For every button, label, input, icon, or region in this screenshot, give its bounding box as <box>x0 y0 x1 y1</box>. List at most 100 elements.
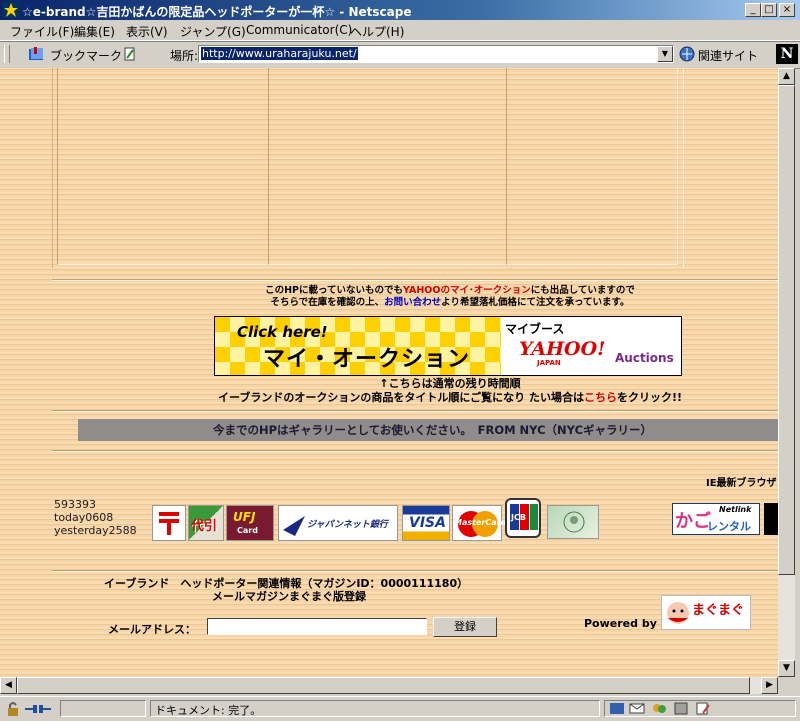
notice-text: このHPに載っていないものでも <box>265 285 404 296</box>
horizontal-scroll-thumb[interactable] <box>17 677 750 694</box>
location-field[interactable]: http://www.uraharajuku.net/ ▼ <box>198 45 674 63</box>
visa-logo-text: VISA <box>409 515 446 531</box>
powered-by-text: Powered by <box>584 617 657 630</box>
ufj-logo-subtext: Card <box>237 526 258 535</box>
horizontal-scrollbar[interactable]: ◀ ▶ <box>0 677 778 694</box>
mail-icon[interactable] <box>629 702 645 715</box>
banner-auctions: Auctions <box>615 351 674 365</box>
newsgroup-icon[interactable] <box>651 702 667 715</box>
menu-view[interactable]: 表示(V) <box>126 23 168 40</box>
scroll-left-button[interactable]: ◀ <box>0 677 17 694</box>
ie-browser-logo[interactable] <box>764 503 778 535</box>
security-lock-icon[interactable] <box>6 701 20 717</box>
notice-line-1: このHPに載っていないものでもYAHOOのマイ･オークションにも出品していますの… <box>0 285 778 297</box>
close-button[interactable]: × <box>779 3 795 17</box>
related-sites-button[interactable]: 関連サイト <box>698 47 758 64</box>
status-text: ドキュメント: 完了。 <box>155 704 262 717</box>
composer-icon[interactable] <box>695 702 711 715</box>
window-title-bar[interactable]: ☆e-brand☆吉田かばんの限定品ヘッドポーターが一杯☆ - Netscape… <box>0 0 800 20</box>
notice-text: にも出品していますので <box>530 285 635 296</box>
yahoo-japan-text: JAPAN <box>537 359 561 367</box>
menu-bar: ファイル(F) 編集(E) 表示(V) ジャンプ(G) Communicator… <box>0 20 800 41</box>
navigator-icon[interactable] <box>609 702 625 715</box>
mastercard-logo-text: MasterCard <box>454 518 507 527</box>
minimize-button[interactable]: _ <box>745 3 761 17</box>
divider <box>52 279 778 281</box>
rental-text: レンタル <box>707 520 751 533</box>
banner-click-here: Click here! <box>237 323 328 341</box>
bookmark-icon <box>29 47 43 60</box>
table-cell <box>57 68 269 265</box>
mastercard-logo: MasterCard <box>452 505 506 541</box>
counter-today: today0608 <box>54 511 114 524</box>
vertical-scroll-thumb[interactable] <box>778 85 795 575</box>
menu-edit[interactable]: 編集(E) <box>74 23 115 40</box>
scroll-down-button[interactable]: ▼ <box>778 660 795 677</box>
jcb-logo: JCB <box>505 498 541 538</box>
register-button[interactable]: 登録 <box>433 617 497 637</box>
ufj-logo-text: UFJ <box>233 510 256 524</box>
mail-magazine-title: イーブランド ヘッドポーター関連情報（マガジンID：0000111180） <box>104 577 469 590</box>
gallery-bar[interactable]: 今までのHPはギャラリーとしてお使いください。 FROM NYC（NYCギャラリ… <box>78 419 778 441</box>
table-cell <box>268 68 507 265</box>
title-note-text: をクリック!! <box>616 391 682 404</box>
scroll-right-button[interactable]: ▶ <box>761 677 778 694</box>
jcb-logo-text: JCB <box>511 513 526 522</box>
kago-rental-banner[interactable]: かご レンタル Netlink <box>672 503 760 535</box>
page-proxy-icon[interactable] <box>122 46 138 62</box>
scrollbar-corner <box>778 677 795 694</box>
location-dropdown-button[interactable]: ▼ <box>657 46 673 62</box>
component-bar <box>604 700 796 717</box>
menu-go[interactable]: ジャンプ(G) <box>180 23 246 40</box>
auction-notice: このHPに載っていないものでもYAHOOのマイ･オークションにも出品していますの… <box>0 285 778 309</box>
visa-logo: VISA <box>402 505 450 541</box>
title-note-text: イーブランドのオークションの商品をタイトル順にご覧になり たい場合は <box>218 391 584 404</box>
ie-browser-note: IE最新ブラウザ <box>706 478 777 489</box>
menu-help[interactable]: ヘルプ(H) <box>350 23 404 40</box>
post-office-icon <box>152 505 186 541</box>
magmag-logo-text: まぐまぐ <box>692 603 745 618</box>
scroll-up-button[interactable]: ▲ <box>778 68 795 85</box>
bookmark-button[interactable]: ブックマーク <box>50 47 122 64</box>
counter-yesterday: yesterday2588 <box>54 524 137 537</box>
japan-net-bank-logo: ジャパンネット銀行 <box>278 505 398 541</box>
email-input[interactable] <box>207 618 427 635</box>
status-bar: ドキュメント: 完了。 <box>0 696 800 721</box>
related-sites-icon <box>679 46 695 62</box>
location-url: http://www.uraharajuku.net/ <box>201 47 358 60</box>
maximize-button[interactable]: □ <box>761 3 777 17</box>
notice-line-2: そちらで在庫を確認の上、お問い合わせより希望落札価格にて注文を承っています。 <box>0 297 778 309</box>
mail-magazine-subtitle: メールマガジンまぐまぐ版登録 <box>212 590 366 603</box>
my-auction-banner[interactable]: Click here! マイ・オークション マイブース YAHOO! JAPAN… <box>214 316 682 376</box>
netlink-text: Netlink <box>719 505 752 514</box>
netscape-app-icon <box>3 2 19 18</box>
banner-my-booth: マイブース <box>505 322 565 336</box>
notice-text: そちらで在庫を確認の上、 <box>270 297 385 308</box>
inquiry-link[interactable]: お問い合わせ <box>384 297 441 308</box>
netscape-throbber[interactable]: N <box>776 44 798 64</box>
cod-logo: 代引 <box>188 505 224 541</box>
status-text-panel: ドキュメント: 完了。 <box>150 700 600 717</box>
kago-text: かご <box>675 511 711 532</box>
menu-file[interactable]: ファイル(F) <box>10 23 74 40</box>
gallery-bar-text[interactable]: 今までのHPはギャラリーとしてお使いください。 FROM NYC（NYCギャラリ… <box>213 422 652 438</box>
title-order-note: イーブランドのオークションの商品をタイトル順にご覧になり たい場合はこちらをクリ… <box>0 391 778 404</box>
magmag-logo[interactable]: まぐまぐ <box>661 595 751 630</box>
location-toolbar: ブックマーク 場所: http://www.uraharajuku.net/ ▼… <box>0 41 800 69</box>
table-cell <box>506 68 678 265</box>
window-title: ☆e-brand☆吉田かばんの限定品ヘッドポーターが一杯☆ - Netscape <box>22 5 412 19</box>
vertical-scrollbar[interactable]: ▲ ▼ <box>778 68 795 678</box>
divider <box>52 570 778 572</box>
toolbar-grip[interactable] <box>4 45 10 63</box>
title-order-link[interactable]: こちら <box>584 391 617 404</box>
menu-communicator[interactable]: Communicator(C) <box>246 23 352 37</box>
counter-total: 593393 <box>54 498 96 511</box>
yahoo-auction-link[interactable]: YAHOOのマイ･オークション <box>403 285 531 296</box>
progress-bar <box>60 700 146 717</box>
address-book-icon[interactable] <box>673 702 689 715</box>
page-content: このHPに載っていないものでもYAHOOのマイ･オークションにも出品していますの… <box>0 68 778 677</box>
location-label: 場所: <box>170 49 199 63</box>
notice-text: より希望落札価格にて注文を承っています。 <box>441 297 630 308</box>
magmag-character-icon <box>667 602 689 624</box>
access-counter: 593393 today0608 yesterday2588 <box>54 498 137 537</box>
